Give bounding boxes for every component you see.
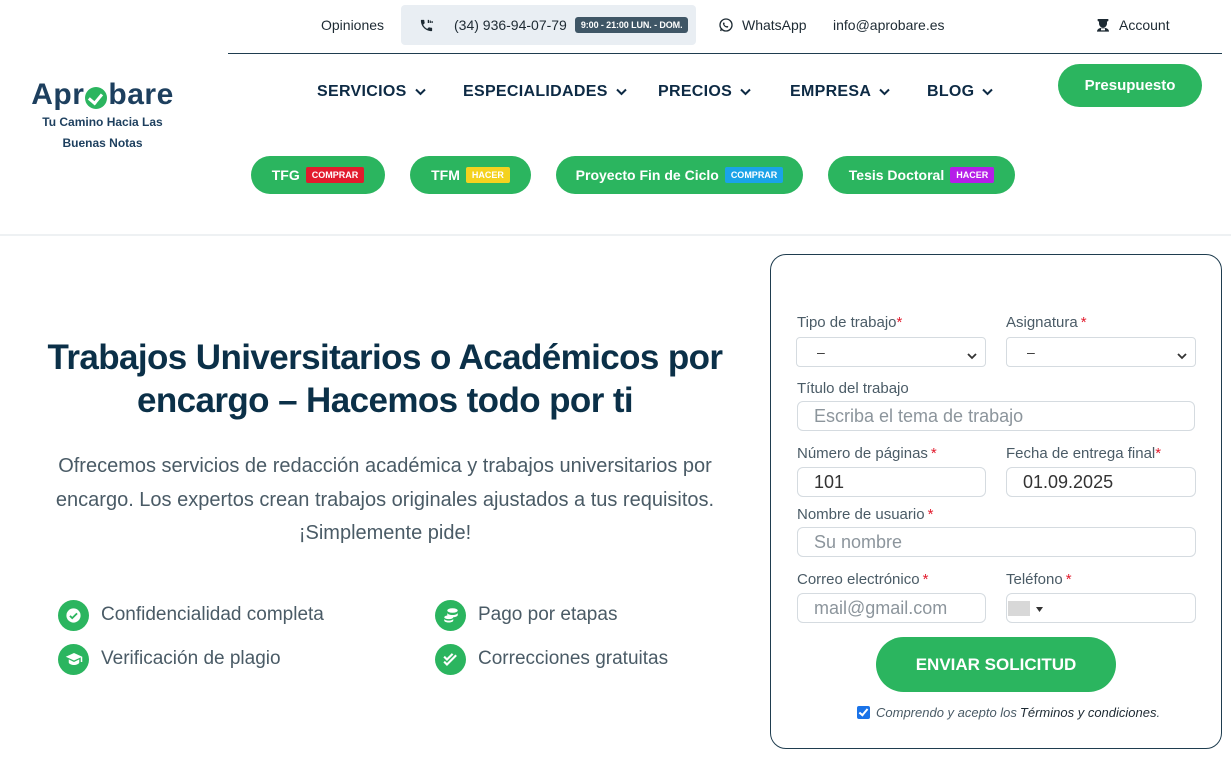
hero-subtitle-line: encargo. Los expertos crean trabajos ori… xyxy=(55,488,715,511)
feature-label: Pago por etapas xyxy=(478,604,618,625)
pill-label: TFM xyxy=(431,167,460,183)
logo-check-icon xyxy=(85,87,108,109)
nav-label: SERVICIOS xyxy=(317,83,407,100)
pill-tag: HACER xyxy=(950,167,995,183)
graduation-cap-icon xyxy=(58,643,89,675)
phone-icon xyxy=(419,18,444,33)
account-link[interactable]: Account xyxy=(1095,0,1170,50)
site-logo[interactable]: Apr bare Tu Camino Hacia Las Buenas Notas xyxy=(30,78,175,154)
nav-empresa[interactable]: EMPRESA xyxy=(790,80,890,104)
terms-consent: Comprendo y acepto los Términos y condic… xyxy=(857,705,1160,720)
hero-subtitle-line: Ofrecemos servicios de redacción académi… xyxy=(58,455,712,477)
chevron-down-icon xyxy=(967,347,977,363)
chevron-down-icon xyxy=(740,83,751,101)
pill-label: Proyecto Fin de Ciclo xyxy=(575,167,719,183)
fecha-label: Fecha de entrega final* xyxy=(1006,445,1162,462)
presupuesto-button[interactable]: Presupuesto xyxy=(1058,64,1202,107)
chevron-down-icon xyxy=(879,83,890,101)
pill-tfm[interactable]: TFM HACER xyxy=(410,156,531,194)
tipo-trabajo-label: Tipo de trabajo* xyxy=(797,314,903,331)
logo-tagline-2: Buenas Notas xyxy=(62,136,143,150)
feature-verificacion-plagio: Verificación de plagio xyxy=(58,643,281,675)
terms-text: Comprendo y acepto los xyxy=(876,705,1017,720)
nav-blog[interactable]: BLOG xyxy=(927,80,994,104)
feature-correcciones-gratuitas: Correcciones gratuitas xyxy=(435,643,668,675)
flag-icon xyxy=(1008,600,1030,616)
paginas-input[interactable] xyxy=(797,467,986,497)
hero-title: Trabajos Universitarios o Académicos por… xyxy=(30,336,740,422)
header-divider xyxy=(0,234,1231,236)
coins-icon xyxy=(435,599,466,631)
nav-label: BLOG xyxy=(927,83,975,100)
opinions-link[interactable]: Opiniones xyxy=(321,0,384,50)
double-check-icon xyxy=(435,643,466,675)
check-circle-icon xyxy=(58,599,89,631)
account-label: Account xyxy=(1119,17,1170,33)
asignatura-select[interactable]: – xyxy=(1006,337,1196,367)
account-icon xyxy=(1095,17,1111,33)
hero-subtitle-line: ¡Simplemente pide! xyxy=(298,522,472,544)
chevron-down-icon xyxy=(414,83,426,101)
usuario-input[interactable] xyxy=(797,527,1196,557)
chevron-down-icon xyxy=(1177,347,1187,363)
hero-subtitle: Ofrecemos servicios de redacción académi… xyxy=(30,450,740,551)
nav-especialidades[interactable]: ESPECIALIDADES xyxy=(463,80,627,104)
feature-label: Verificación de plagio xyxy=(101,648,281,669)
logo-text-end: bare xyxy=(108,78,174,111)
terms-suffix: . xyxy=(1156,705,1161,720)
pill-label: TFG xyxy=(271,167,300,183)
pill-label: Tesis Doctoral xyxy=(848,167,945,183)
logo-tagline-1: Tu Camino Hacia Las xyxy=(42,115,163,129)
select-value: – xyxy=(1027,344,1035,360)
whatsapp-icon xyxy=(718,17,734,33)
logo-wordmark: Apr bare xyxy=(30,78,175,112)
telefono-label: Teléfono * xyxy=(1006,571,1072,588)
pill-tag: COMPRAR xyxy=(724,167,784,183)
titulo-label: Título del trabajo xyxy=(797,380,909,397)
feature-pago-por-etapas: Pago por etapas xyxy=(435,599,617,631)
usuario-label: Nombre de usuario * xyxy=(797,506,934,523)
enviar-solicitud-button[interactable]: ENVIAR SOLICITUD xyxy=(876,637,1116,692)
terms-checkbox[interactable] xyxy=(857,706,870,719)
country-flag-select[interactable] xyxy=(1008,599,1043,617)
caret-down-icon xyxy=(1036,599,1043,617)
whatsapp-link[interactable]: WhatsApp xyxy=(718,0,807,50)
correo-label: Correo electrónico * xyxy=(797,571,929,588)
whatsapp-label: WhatsApp xyxy=(742,17,807,33)
nav-servicios[interactable]: SERVICIOS xyxy=(317,80,426,104)
feature-label: Confidencialidad completa xyxy=(101,604,324,625)
email-link[interactable]: info@aprobare.es xyxy=(833,0,945,50)
nav-label: EMPRESA xyxy=(790,83,872,100)
tipo-trabajo-select[interactable]: – xyxy=(796,337,986,367)
pill-tag: COMPRAR xyxy=(305,167,365,183)
pill-proyecto-fin-de-ciclo[interactable]: Proyecto Fin de Ciclo COMPRAR xyxy=(556,156,803,194)
phone-box[interactable]: (34) 936-94-07-79 9:00 - 21:00 LUN. - DO… xyxy=(401,5,696,45)
terms-link[interactable]: Términos y condiciones xyxy=(1020,705,1157,720)
nav-precios[interactable]: PRECIOS xyxy=(658,80,751,104)
asignatura-label: Asignatura * xyxy=(1006,314,1087,331)
phone-number: (34) 936-94-07-79 xyxy=(454,17,567,33)
chevron-down-icon xyxy=(982,83,994,101)
paginas-label: Número de páginas * xyxy=(797,445,937,462)
feature-confidencialidad: Confidencialidad completa xyxy=(58,599,324,631)
pill-tesis-doctoral[interactable]: Tesis Doctoral HACER xyxy=(828,156,1015,194)
chevron-down-icon xyxy=(615,83,627,101)
titulo-input[interactable] xyxy=(797,401,1195,431)
top-bar: Opiniones (34) 936-94-07-79 9:00 - 21:00… xyxy=(228,0,1222,54)
hours-badge: 9:00 - 21:00 LUN. - DOM. xyxy=(574,17,689,33)
feature-label: Correcciones gratuitas xyxy=(478,648,669,669)
nav-label: ESPECIALIDADES xyxy=(463,83,608,100)
hero-title-line: encargo – Hacemos todo por ti xyxy=(136,381,634,420)
select-value: – xyxy=(817,344,825,360)
hero-title-line: Trabajos Universitarios o Académicos por xyxy=(47,338,724,377)
fecha-input[interactable] xyxy=(1006,467,1196,497)
pill-tag: HACER xyxy=(465,167,510,183)
nav-label: PRECIOS xyxy=(658,83,733,100)
correo-input[interactable] xyxy=(797,593,986,623)
logo-text-start: Apr xyxy=(31,78,85,111)
pill-tfg[interactable]: TFG COMPRAR xyxy=(251,156,385,194)
